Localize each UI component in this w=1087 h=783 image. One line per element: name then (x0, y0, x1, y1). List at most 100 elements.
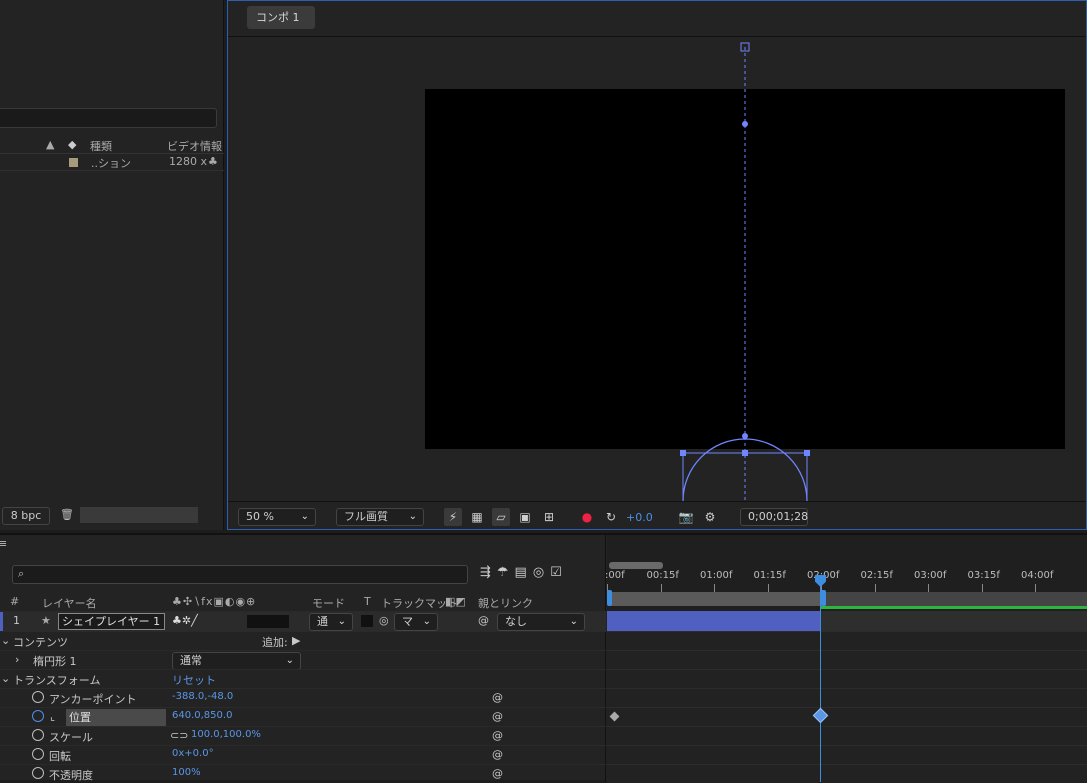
timeline-search-input[interactable]: ⌕ (12, 565, 468, 584)
exposure-value[interactable]: +0.0 (626, 511, 653, 524)
transparency-grid-icon[interactable]: ▦ (468, 508, 486, 526)
shape-overlay[interactable] (228, 37, 1086, 501)
work-area-start-handle[interactable] (607, 590, 612, 606)
pickwhip-icon[interactable]: @ (478, 614, 489, 627)
chevron-down-icon[interactable]: ⌄ (1, 634, 10, 647)
stopwatch-icon[interactable] (32, 767, 44, 779)
reset-link[interactable]: リセット (172, 672, 216, 688)
chevron-right-icon[interactable]: › (15, 653, 19, 666)
chevron-down-icon[interactable]: ⌄ (1, 672, 10, 685)
ruler-tick-mark (981, 584, 983, 592)
ruler-tick-label: 03:00f (914, 570, 947, 581)
anchor-point-row[interactable]: アンカーポイント -388.0,-48.0 @ (0, 688, 606, 707)
layer-name-field[interactable]: シェイプレイヤー 1 (58, 613, 165, 630)
reset-exposure-icon[interactable]: ↻ (602, 508, 620, 526)
ruler-tick-label: 03:15f (967, 570, 1000, 581)
opacity-row[interactable]: 不透明度 100% @ (0, 764, 606, 783)
zoom-navigator[interactable] (609, 562, 663, 569)
channel-icon[interactable]: ● (578, 508, 596, 526)
timeline-switches[interactable]: ⇶☂▤◎☑ (480, 565, 600, 585)
work-area-end-handle[interactable] (821, 590, 826, 606)
project-panel: ▲ ◆ 種類 ビデオ情報 ..ション 1280 x ♣ 8 bpc 🗑 (0, 0, 224, 530)
ruler-tick-mark (767, 584, 769, 592)
panel-menu-icon[interactable]: ≡ (0, 537, 7, 550)
item-type: ..ション (91, 157, 131, 170)
col-video-info[interactable]: ビデオ情報 (167, 138, 222, 154)
bit-depth-button[interactable]: 8 bpc (2, 507, 50, 525)
stopwatch-icon[interactable] (32, 729, 44, 741)
path-point[interactable] (742, 121, 748, 127)
expression-pickwhip-icon[interactable]: @ (492, 710, 503, 723)
rotation-row[interactable]: 回転 0x+0.0° @ (0, 745, 606, 764)
current-time-display[interactable]: 0;00;01;28 (740, 508, 808, 526)
stopwatch-icon[interactable] (32, 710, 44, 722)
ruler-tick-mark (714, 584, 715, 592)
group-blend-dropdown[interactable]: 通常 ⌄ (172, 652, 301, 670)
stopwatch-icon[interactable] (32, 748, 44, 760)
col-parent[interactable]: 親とリンク (478, 595, 533, 611)
anchor-value[interactable]: -388.0,-48.0 (172, 691, 233, 702)
star-shape-icon: ★ (41, 614, 51, 627)
trash-icon[interactable]: 🗑 (60, 508, 74, 521)
track-matte-dropdown[interactable]: マ ⌄ (394, 613, 438, 631)
playhead-handle[interactable] (815, 575, 826, 587)
expression-pickwhip-icon[interactable]: @ (492, 748, 503, 761)
current-time-indicator[interactable] (820, 577, 821, 782)
stopwatch-icon[interactable] (32, 691, 44, 703)
add-play-icon[interactable]: ▶ (292, 634, 300, 647)
preserve-transparency-checkbox[interactable] (361, 615, 373, 627)
ruler-tick-label: 02:15f (860, 570, 893, 581)
path-point[interactable] (742, 433, 748, 439)
scale-row[interactable]: スケール ⊂⊃ 100.0,100.0% @ (0, 726, 606, 745)
layer-duration-bar[interactable] (607, 611, 820, 631)
layer-column-header: # レイヤー名 ♣✣∖fx▣◐◉⊕ モード T トラックマット ◧◩ 親とリンク (10, 595, 533, 611)
scale-value[interactable]: 100.0,100.0% (191, 729, 261, 740)
parent-dropdown[interactable]: なし ⌄ (497, 613, 585, 631)
graph-icon[interactable]: ⌞ (50, 710, 55, 723)
chevron-down-icon: ⌄ (408, 511, 417, 522)
shy-switch-icon[interactable]: ♣✲╱ (172, 614, 198, 627)
switch-boxes[interactable] (247, 615, 289, 628)
work-area-bar[interactable] (609, 592, 822, 606)
show-snapshot-icon[interactable]: ⚙ (701, 508, 719, 526)
fast-preview-icon[interactable]: ⚡ (444, 508, 462, 526)
col-type[interactable]: 種類 (90, 138, 112, 154)
sort-up-icon[interactable]: ▲ (46, 138, 54, 151)
constrain-link-icon[interactable]: ⊂⊃ (170, 729, 188, 742)
bbox-handle[interactable] (742, 450, 748, 456)
region-of-interest-icon[interactable]: ▣ (516, 508, 534, 526)
blend-mode-dropdown[interactable]: 通 ⌄ (309, 613, 353, 631)
matte-icons: ◧◩ (445, 595, 466, 608)
switches-header-icons: ♣✣∖fx▣◐◉⊕ (172, 595, 257, 608)
composition-viewer[interactable] (228, 37, 1086, 501)
grid-guides-icon[interactable]: ⊞ (540, 508, 558, 526)
bbox-handle[interactable] (804, 450, 810, 456)
label-tag-icon[interactable]: ◆ (68, 138, 76, 151)
position-row[interactable]: ⌞ 位置 640.0,850.0 @ (0, 707, 606, 726)
expression-pickwhip-icon[interactable]: @ (492, 729, 503, 742)
ruler-tick-label: :00f (605, 570, 625, 581)
add-label: 追加: (262, 636, 288, 649)
mask-path-icon[interactable]: ▱ (492, 508, 510, 526)
opacity-value[interactable]: 100% (172, 767, 201, 778)
contents-row[interactable]: ⌄ コンテンツ 追加: ▶ (0, 631, 606, 650)
col-layer-name[interactable]: レイヤー名 (42, 595, 97, 611)
rotation-value[interactable]: 0x+0.0° (172, 748, 214, 759)
project-item-row[interactable]: ..ション 1280 x ♣ (0, 154, 224, 171)
zoom-dropdown[interactable]: 50 % ⌄ (238, 508, 316, 526)
expression-pickwhip-icon[interactable]: @ (492, 767, 503, 780)
snapshot-camera-icon[interactable]: 📷 (677, 508, 695, 526)
position-value[interactable]: 640.0,850.0 (172, 710, 232, 721)
ruler-tick-label: 01:00f (700, 570, 733, 581)
timeline-graph-area[interactable]: :00f00:15f01:00f01:15f02:00f02:15f03:00f… (605, 535, 1087, 783)
project-search-input[interactable] (0, 108, 217, 128)
ellipse-group-row[interactable]: › 楕円形 1 通常 ⌄ (0, 650, 606, 670)
tab-comp-1[interactable]: コンポ 1 (247, 6, 315, 29)
col-mode[interactable]: モード (312, 595, 345, 611)
transform-row[interactable]: ⌄ トランスフォーム リセット (0, 669, 606, 688)
resolution-dropdown[interactable]: フル画質 ⌄ (336, 508, 424, 526)
layer-row[interactable]: 1 ★ シェイプレイヤー 1 ♣✲╱ 通 ⌄ ◎ マ ⌄ @ なし ⌄ (0, 611, 606, 632)
matte-link-icon[interactable]: ◎ (379, 614, 389, 627)
expression-pickwhip-icon[interactable]: @ (492, 691, 503, 704)
bbox-handle[interactable] (680, 450, 686, 456)
